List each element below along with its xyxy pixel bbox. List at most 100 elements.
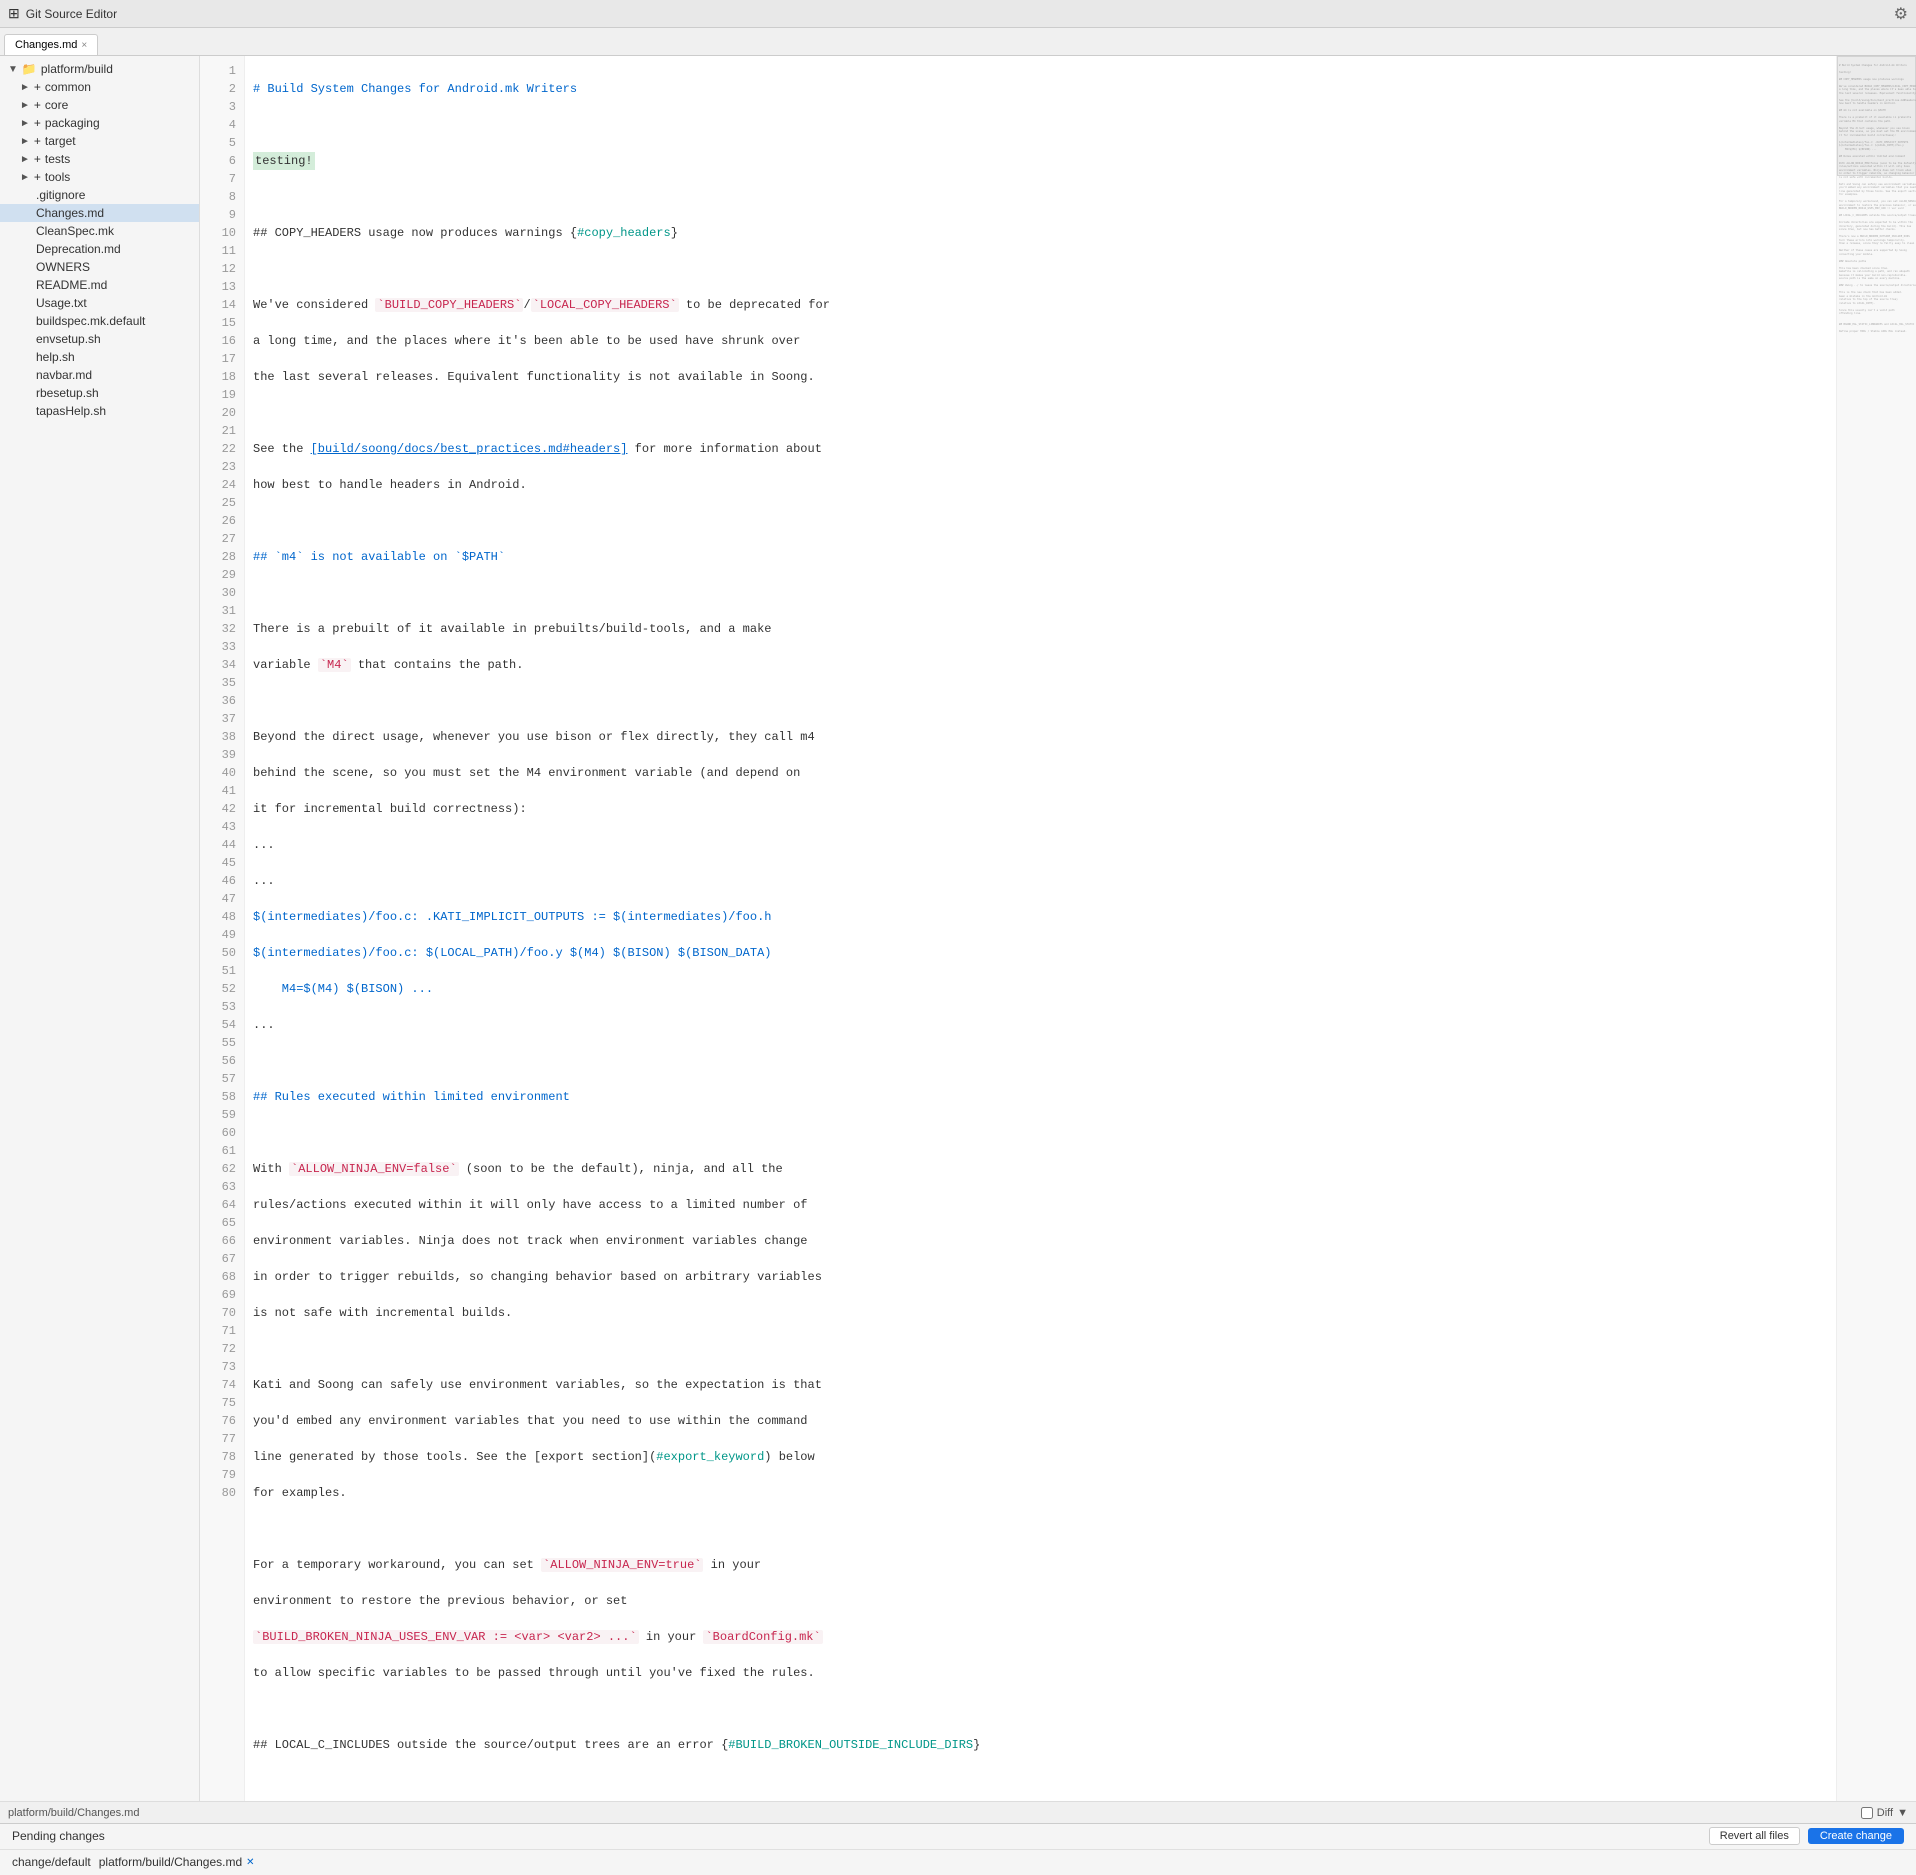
sidebar-item-envsetup[interactable]: envsetup.sh — [0, 330, 199, 348]
line-num-52: 52 — [200, 980, 244, 998]
sidebar-item-gitignore[interactable]: .gitignore — [0, 186, 199, 204]
tab-close-icon[interactable]: × — [81, 40, 87, 51]
sidebar-item-label: tools — [45, 170, 70, 184]
line-num-29: 29 — [200, 566, 244, 584]
sidebar-item-deprecation[interactable]: Deprecation.md — [0, 240, 199, 258]
code-line-33: environment variables. Ninja does not tr… — [253, 1232, 1828, 1250]
code-line-28 — [253, 1052, 1828, 1070]
line-num-64: 64 — [200, 1196, 244, 1214]
line-num-34: 34 — [200, 656, 244, 674]
sidebar-item-navbar[interactable]: navbar.md — [0, 366, 199, 384]
changed-file-close-icon[interactable]: ✕ — [246, 1857, 254, 1868]
code-line-2 — [253, 116, 1828, 134]
code-line-10 — [253, 404, 1828, 422]
sidebar-item-tests[interactable]: ► + tests — [0, 150, 199, 168]
code-line-21: it for incremental build correctness): — [253, 800, 1828, 818]
line-num-78: 78 — [200, 1448, 244, 1466]
code-line-36 — [253, 1340, 1828, 1358]
sidebar-item-label: rbesetup.sh — [36, 386, 99, 400]
sidebar-item-label: platform/build — [41, 62, 113, 76]
line-num-16: 16 — [200, 332, 244, 350]
line-num-27: 27 — [200, 530, 244, 548]
sidebar-item-tapashelp[interactable]: tapasHelp.sh — [0, 402, 199, 420]
expand-icon: ► — [20, 118, 30, 129]
code-line-43: environment to restore the previous beha… — [253, 1592, 1828, 1610]
code-line-42: For a temporary workaround, you can set … — [253, 1556, 1828, 1574]
line-num-80: 80 — [200, 1484, 244, 1502]
line-num-73: 73 — [200, 1358, 244, 1376]
sidebar-item-label: tests — [45, 152, 70, 166]
tab-changes-md[interactable]: Changes.md × — [4, 34, 98, 55]
line-num-36: 36 — [200, 692, 244, 710]
sidebar-item-changes-md[interactable]: Changes.md — [0, 204, 199, 222]
folder-icon: + — [34, 170, 41, 184]
line-num-65: 65 — [200, 1214, 244, 1232]
expand-icon: ► — [20, 100, 30, 111]
line-num-2: 2 — [200, 80, 244, 98]
sidebar-item-owners[interactable]: OWNERS — [0, 258, 199, 276]
line-num-58: 58 — [200, 1088, 244, 1106]
line-num-28: 28 — [200, 548, 244, 566]
line-num-31: 31 — [200, 602, 244, 620]
line-num-19: 19 — [200, 386, 244, 404]
changed-file-name: platform/build/Changes.md — [99, 1855, 242, 1869]
code-editor[interactable]: # Build System Changes for Android.mk Wr… — [245, 56, 1836, 1801]
code-line-7: We've considered `BUILD_COPY_HEADERS`/`L… — [253, 296, 1828, 314]
line-num-20: 20 — [200, 404, 244, 422]
line-num-54: 54 — [200, 1016, 244, 1034]
line-num-74: 74 — [200, 1376, 244, 1394]
sidebar-item-usage[interactable]: Usage.txt — [0, 294, 199, 312]
line-num-5: 5 — [200, 134, 244, 152]
code-line-26: M4=$(M4) $(BISON) ... — [253, 980, 1828, 998]
code-line-8: a long time, and the places where it's b… — [253, 332, 1828, 350]
line-num-71: 71 — [200, 1322, 244, 1340]
sidebar-item-readme[interactable]: README.md — [0, 276, 199, 294]
expand-icon: ► — [20, 154, 30, 165]
line-num-42: 42 — [200, 800, 244, 818]
line-num-3: 3 — [200, 98, 244, 116]
file-path-label: platform/build/Changes.md — [8, 1807, 139, 1819]
minimap-viewport[interactable] — [1837, 56, 1916, 176]
sidebar-item-rbesetup[interactable]: rbesetup.sh — [0, 384, 199, 402]
sidebar-item-label: tapasHelp.sh — [36, 404, 106, 418]
sidebar-item-platform-build[interactable]: ▼ 📁 platform/build — [0, 60, 199, 78]
code-line-48 — [253, 1772, 1828, 1790]
sidebar-item-target[interactable]: ► + target — [0, 132, 199, 150]
line-num-7: 7 — [200, 170, 244, 188]
code-line-5: ## COPY_HEADERS usage now produces warni… — [253, 224, 1828, 242]
code-line-18 — [253, 692, 1828, 710]
line-num-49: 49 — [200, 926, 244, 944]
code-line-9: the last several releases. Equivalent fu… — [253, 368, 1828, 386]
code-line-45: to allow specific variables to be passed… — [253, 1664, 1828, 1682]
code-line-15 — [253, 584, 1828, 602]
diff-toggle[interactable] — [1861, 1807, 1873, 1819]
line-num-47: 47 — [200, 890, 244, 908]
code-line-40: for examples. — [253, 1484, 1828, 1502]
sidebar-item-common[interactable]: ► + common — [0, 78, 199, 96]
sidebar-item-packaging[interactable]: ► + packaging — [0, 114, 199, 132]
sidebar-item-help[interactable]: help.sh — [0, 348, 199, 366]
sidebar-item-buildspec[interactable]: buildspec.mk.default — [0, 312, 199, 330]
sidebar-item-label: README.md — [36, 278, 107, 292]
folder-icon: + — [34, 134, 41, 148]
sidebar-item-label: core — [45, 98, 68, 112]
line-num-75: 75 — [200, 1394, 244, 1412]
line-num-13: 13 — [200, 278, 244, 296]
revert-all-button[interactable]: Revert all files — [1709, 1827, 1800, 1845]
code-line-13 — [253, 512, 1828, 530]
sidebar-item-core[interactable]: ► + core — [0, 96, 199, 114]
code-line-34: in order to trigger rebuilds, so changin… — [253, 1268, 1828, 1286]
sidebar-item-tools[interactable]: ► + tools — [0, 168, 199, 186]
line-num-50: 50 — [200, 944, 244, 962]
diff-checkbox[interactable]: Diff ▼ — [1861, 1807, 1908, 1819]
sidebar-item-cleanspec[interactable]: CleanSpec.mk — [0, 222, 199, 240]
sidebar-item-label: OWNERS — [36, 260, 90, 274]
diff-dropdown-icon[interactable]: ▼ — [1897, 1807, 1908, 1819]
line-num-48: 48 — [200, 908, 244, 926]
create-change-button[interactable]: Create change — [1808, 1828, 1904, 1844]
line-num-15: 15 — [200, 314, 244, 332]
line-num-8: 8 — [200, 188, 244, 206]
line-num-12: 12 — [200, 260, 244, 278]
line-num-68: 68 — [200, 1268, 244, 1286]
window-close-button[interactable]: ⚙ — [1894, 4, 1908, 24]
